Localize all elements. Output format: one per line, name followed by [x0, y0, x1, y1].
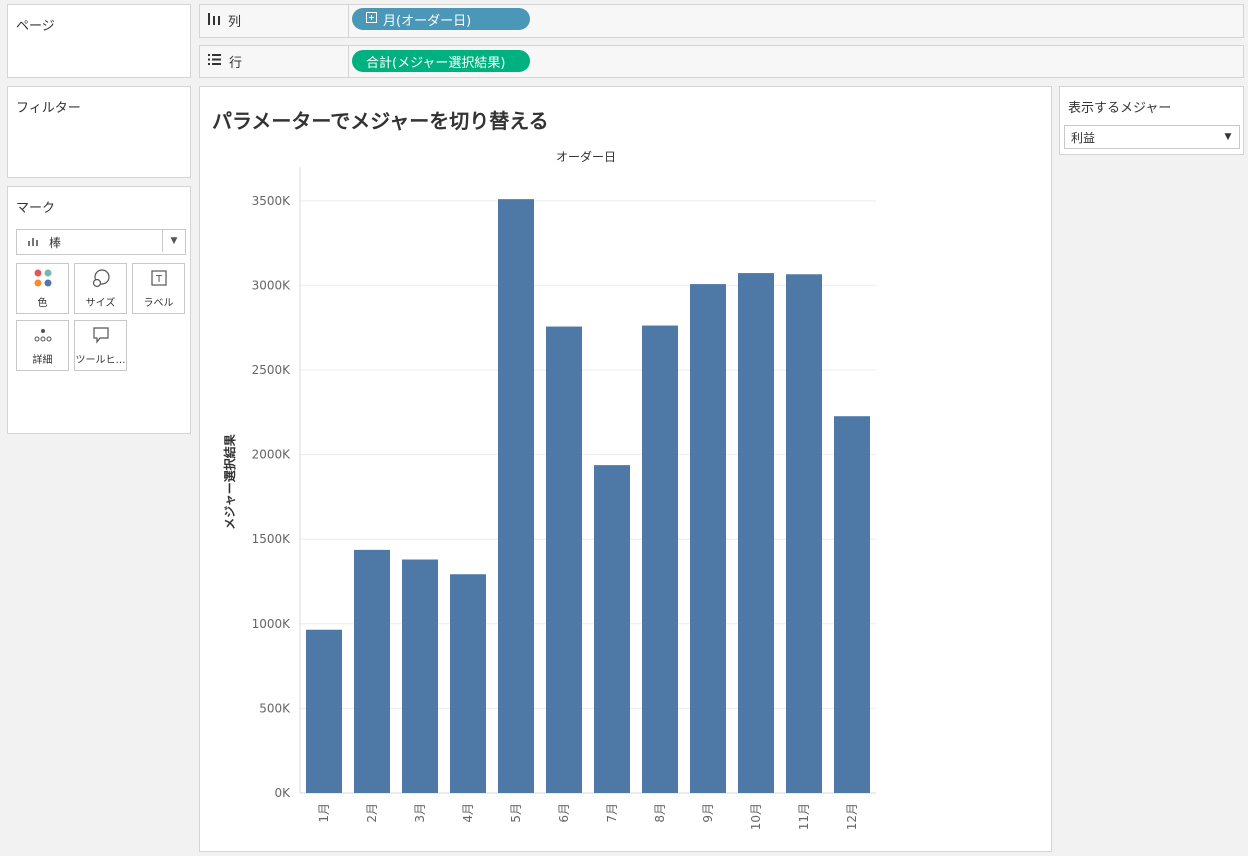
- x-tick-label: 12月: [845, 803, 859, 830]
- rows-shelf-header: 行: [208, 52, 242, 71]
- columns-pill-label: 月(オーダー日): [383, 13, 472, 29]
- marks-card-title: マーク: [16, 201, 56, 216]
- bar-9月[interactable]: [690, 284, 726, 793]
- parameter-title: 表示するメジャー: [1068, 101, 1172, 116]
- pages-card-title: ページ: [16, 19, 55, 34]
- bar-11月[interactable]: [786, 274, 822, 793]
- bar-6月[interactable]: [546, 326, 582, 793]
- columns-icon: [208, 12, 220, 29]
- rows-pill-label: 合計(メジャー選択結果): [366, 55, 506, 71]
- y-tick-label: 2000K: [252, 448, 292, 462]
- x-tick-label: 5月: [509, 803, 523, 823]
- label-button[interactable]: T ラベル: [132, 263, 185, 314]
- svg-text:T: T: [154, 274, 162, 285]
- x-tick-label: 4月: [461, 803, 475, 823]
- mark-type-label: 棒: [49, 235, 62, 250]
- pages-card[interactable]: ページ: [7, 4, 191, 78]
- bar-8月[interactable]: [642, 325, 678, 793]
- columns-shelf-divider: [348, 5, 349, 37]
- y-axis-title: メジャー選択結果: [222, 434, 237, 529]
- bar-7月[interactable]: [594, 465, 630, 793]
- rows-shelf-label: 行: [229, 56, 243, 71]
- filters-card[interactable]: フィルター: [7, 86, 191, 178]
- detail-button-label: 詳細: [32, 355, 53, 366]
- measure-select[interactable]: 利益 ▼: [1064, 125, 1240, 149]
- x-tick-label: 2月: [365, 803, 379, 823]
- bar-12月[interactable]: [834, 416, 870, 793]
- bar-10月[interactable]: [738, 273, 774, 793]
- x-tick-label: 11月: [797, 803, 811, 830]
- y-tick-label: 3000K: [252, 278, 292, 292]
- color-button[interactable]: 色: [16, 263, 69, 314]
- x-tick-label: 3月: [413, 803, 427, 823]
- detail-icon: [33, 325, 53, 348]
- x-tick-label: 6月: [557, 803, 571, 823]
- columns-pill[interactable]: 月(オーダー日): [352, 8, 530, 30]
- worksheet-view: パラメーターでメジャーを切り替える オーダー日 メジャー選択結果 0K 500K 1…: [199, 86, 1052, 852]
- bar-chart: オーダー日 メジャー選択結果 0K 500K 1000K 1500K 2000K 2500…: [222, 149, 876, 830]
- filters-card-title: フィルター: [16, 101, 81, 116]
- expand-icon[interactable]: [366, 11, 377, 27]
- bar-chart-icon: [27, 235, 41, 249]
- marks-card: マーク 棒 ▼ 色 サイズ T ラベル 詳細 ツールヒ…: [7, 186, 191, 434]
- detail-button[interactable]: 詳細: [16, 320, 69, 371]
- size-button[interactable]: サイズ: [74, 263, 127, 314]
- label-button-label: ラベル: [143, 298, 174, 309]
- tooltip-button[interactable]: ツールヒ…: [74, 320, 127, 371]
- mark-type-dropdown[interactable]: 棒 ▼: [16, 229, 186, 255]
- x-tick-label: 8月: [653, 803, 667, 823]
- tooltip-button-label: ツールヒ…: [75, 355, 126, 366]
- y-tick-label: 0K: [274, 786, 291, 800]
- columns-shelf[interactable]: 列 月(オーダー日): [199, 4, 1244, 38]
- parameter-control: 表示するメジャー 利益 ▼: [1059, 86, 1244, 155]
- chevron-down-icon[interactable]: ▼: [162, 230, 185, 252]
- columns-shelf-header: 列: [208, 11, 241, 30]
- measure-select-value: 利益: [1071, 130, 1096, 145]
- bar-1月[interactable]: [306, 629, 342, 793]
- chevron-down-icon[interactable]: ▼: [1217, 126, 1239, 148]
- y-tick-label: 3500K: [252, 194, 292, 208]
- rows-icon: [208, 54, 221, 69]
- rows-pill[interactable]: 合計(メジャー選択結果): [352, 50, 530, 72]
- y-tick-label: 1000K: [252, 617, 292, 631]
- x-tick-label: 7月: [605, 803, 619, 823]
- x-tick-label: 9月: [701, 803, 715, 823]
- size-button-label: サイズ: [85, 298, 116, 309]
- size-icon: [91, 268, 111, 291]
- bar-2月[interactable]: [354, 549, 390, 793]
- bar-4月[interactable]: [450, 574, 486, 793]
- rows-shelf-divider: [348, 46, 349, 77]
- column-header-label: オーダー日: [556, 149, 616, 164]
- x-tick-label: 1月: [317, 803, 331, 823]
- rows-shelf[interactable]: 行 合計(メジャー選択結果): [199, 45, 1244, 78]
- text-label-icon: T: [149, 268, 169, 291]
- columns-shelf-label: 列: [228, 15, 242, 30]
- tooltip-icon: [91, 325, 111, 348]
- bar-5月[interactable]: [498, 199, 534, 793]
- bar-3月[interactable]: [402, 559, 438, 793]
- x-tick-label: 10月: [749, 803, 763, 830]
- color-icon: [33, 268, 53, 291]
- y-tick-label: 2500K: [252, 363, 292, 377]
- y-tick-label: 1500K: [252, 532, 292, 546]
- color-button-label: 色: [37, 298, 48, 309]
- y-tick-label: 500K: [259, 701, 291, 715]
